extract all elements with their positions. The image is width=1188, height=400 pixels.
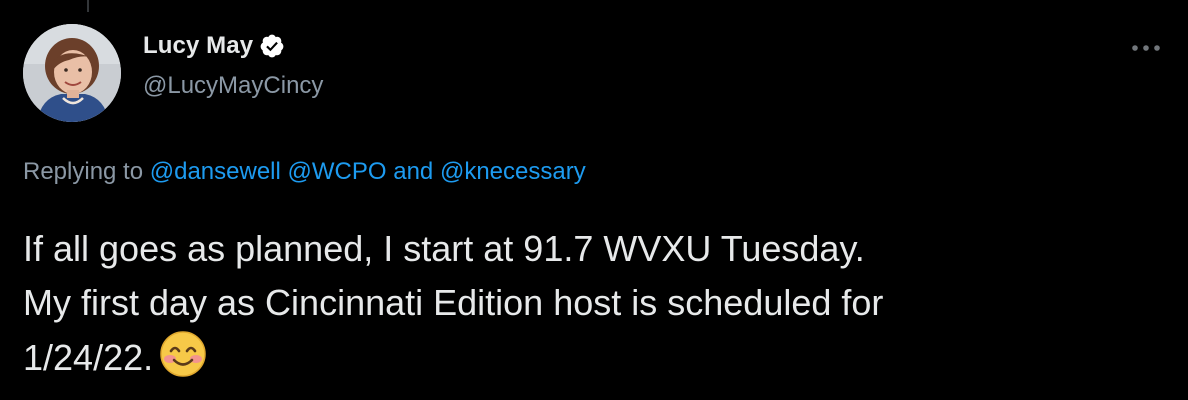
tweet-text: If all goes as planned, I start at 91.7 … <box>23 222 1163 385</box>
display-name[interactable]: Lucy May <box>143 32 253 60</box>
reply-conjunction: and <box>393 158 434 185</box>
smiling-face-icon <box>159 330 207 378</box>
author-handle[interactable]: @LucyMayCincy <box>143 72 323 100</box>
more-options-button[interactable] <box>1128 36 1164 60</box>
tweet-author: Lucy May @LucyMayCincy <box>143 30 323 100</box>
tweet-line-1: If all goes as planned, I start at 91.7 … <box>23 228 865 269</box>
avatar[interactable] <box>23 24 121 122</box>
tweet-line-3-wrapper: 1/24/22. <box>23 330 1163 385</box>
reply-context: Replying to @dansewell @WCPO and @kneces… <box>23 158 586 186</box>
more-horizontal-icon <box>1132 45 1160 51</box>
mention-knecessary[interactable]: @knecessary <box>440 158 586 185</box>
verified-badge-icon <box>259 33 285 59</box>
tweet-line-2: My first day as Cincinnati Edition host … <box>23 282 884 323</box>
name-row: Lucy May <box>143 30 323 62</box>
profile-photo-icon <box>23 24 121 122</box>
tweet-line-3: 1/24/22. <box>23 337 154 378</box>
mention-wcpo[interactable]: @WCPO <box>288 158 387 185</box>
thread-connector-line <box>87 0 89 12</box>
mention-dansewell[interactable]: @dansewell <box>150 158 281 185</box>
reply-prefix: Replying to <box>23 158 144 185</box>
